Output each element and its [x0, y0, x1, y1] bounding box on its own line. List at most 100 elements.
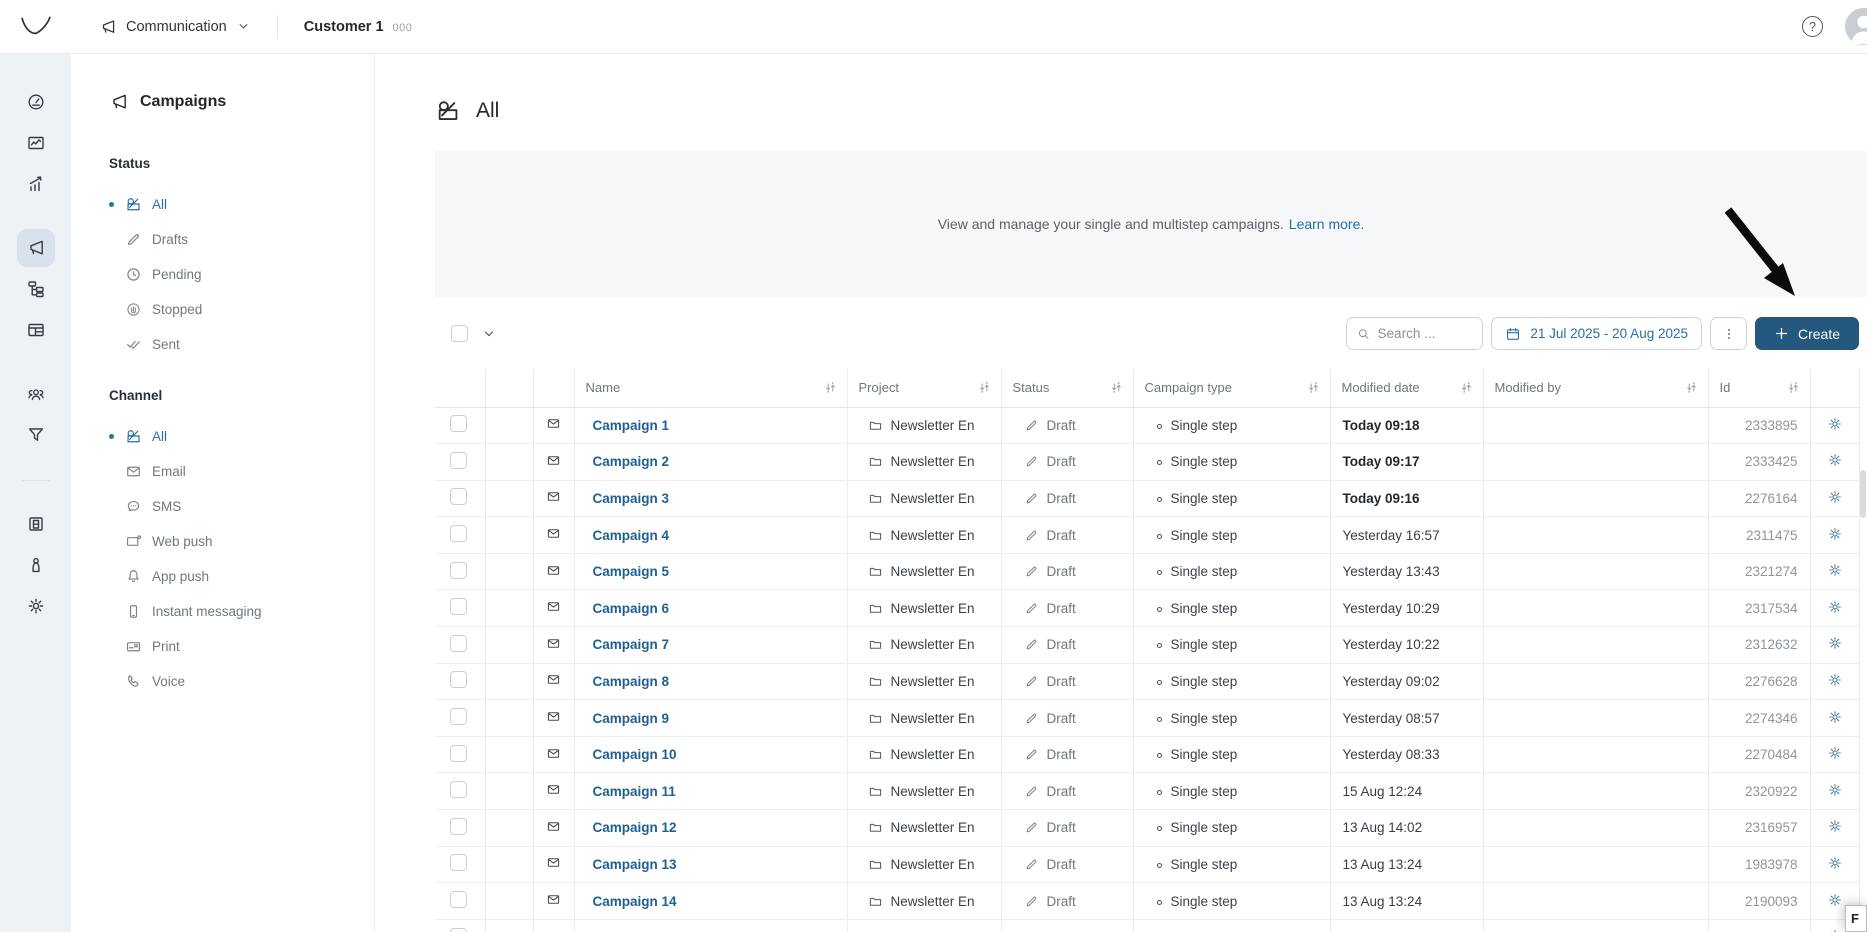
sidebar-item-channel-app-push[interactable]: App push [109, 559, 356, 594]
sort-icon[interactable] [1110, 381, 1123, 394]
search-input[interactable] [1378, 326, 1473, 341]
campaign-name-link[interactable]: Campaign 1 [593, 418, 670, 433]
row-checkbox[interactable] [450, 854, 467, 871]
app-switcher[interactable]: Communication [99, 18, 251, 36]
row-actions-gear-icon[interactable] [1827, 452, 1843, 468]
row-checkbox[interactable] [450, 488, 467, 505]
column-header-campaign-type[interactable]: Campaign type [1133, 369, 1330, 407]
create-button[interactable]: Create [1755, 317, 1859, 350]
column-header-modified-date[interactable]: Modified date [1330, 369, 1483, 407]
row-checkbox[interactable] [450, 928, 467, 932]
rail-item-audiences[interactable] [17, 375, 55, 413]
sort-icon[interactable] [978, 381, 991, 394]
rail-item-dashboard[interactable] [17, 83, 55, 121]
row-checkbox[interactable] [450, 415, 467, 432]
rail-item-data-tables[interactable] [17, 311, 55, 349]
row-checkbox[interactable] [450, 598, 467, 615]
rail-item-analytics[interactable] [17, 165, 55, 203]
campaign-name-link[interactable]: Campaign 4 [593, 528, 670, 543]
campaign-name-link[interactable]: Campaign 12 [593, 820, 677, 835]
table-row[interactable]: Campaign 3Newsletter EnDraftSingle stepT… [435, 480, 1859, 517]
learn-more-link[interactable]: Learn more. [1289, 216, 1364, 232]
campaign-name-link[interactable]: Campaign 11 [593, 784, 676, 799]
row-actions-gear-icon[interactable] [1827, 416, 1843, 432]
table-row[interactable]: Campaign 2Newsletter EnDraftSingle stepT… [435, 444, 1859, 481]
select-all-checkbox[interactable] [451, 325, 468, 342]
column-header-id[interactable]: Id [1708, 369, 1810, 407]
row-actions-gear-icon[interactable] [1827, 709, 1843, 725]
campaign-name-link[interactable]: Campaign 3 [593, 491, 670, 506]
rail-item-funnels[interactable] [17, 416, 55, 454]
table-row[interactable]: Campaign 6Newsletter EnDraftSingle stepY… [435, 590, 1859, 627]
table-row[interactable]: Campaign 8Newsletter EnDraftSingle stepY… [435, 663, 1859, 700]
sidebar-item-channel-print[interactable]: Print [109, 629, 356, 664]
row-checkbox[interactable] [450, 818, 467, 835]
row-checkbox[interactable] [450, 891, 467, 908]
row-actions-gear-icon[interactable] [1827, 892, 1843, 908]
more-options-button[interactable] [1710, 317, 1747, 350]
table-row[interactable]: Campaign 10Newsletter EnDraftSingle step… [435, 736, 1859, 773]
row-checkbox[interactable] [450, 562, 467, 579]
campaign-name-link[interactable]: Campaign 10 [593, 747, 677, 762]
sidebar-item-status-pending[interactable]: Pending [109, 257, 356, 292]
rail-item-settings[interactable] [17, 587, 55, 625]
column-header-project[interactable]: Project [847, 369, 1001, 407]
sidebar-item-status-stopped[interactable]: Stopped [109, 292, 356, 327]
row-actions-gear-icon[interactable] [1827, 782, 1843, 798]
sort-icon[interactable] [1460, 381, 1473, 394]
table-row[interactable]: Campaign 11Newsletter EnDraftSingle step… [435, 773, 1859, 810]
table-row[interactable]: Campaign 4Newsletter EnDraftSingle stepY… [435, 517, 1859, 554]
row-checkbox[interactable] [450, 452, 467, 469]
row-actions-gear-icon[interactable] [1827, 672, 1843, 688]
rail-item-identity[interactable] [17, 546, 55, 584]
row-checkbox[interactable] [450, 745, 467, 762]
avatar[interactable] [1845, 8, 1867, 45]
sidebar-item-channel-all[interactable]: All [109, 419, 356, 454]
campaign-name-link[interactable]: Campaign 7 [593, 637, 670, 652]
table-row[interactable]: Campaign 1Newsletter EnDraftSingle stepT… [435, 407, 1859, 444]
row-actions-gear-icon[interactable] [1827, 928, 1843, 932]
row-actions-gear-icon[interactable] [1827, 489, 1843, 505]
row-actions-gear-icon[interactable] [1827, 599, 1843, 615]
campaign-name-link[interactable]: Campaign 6 [593, 601, 670, 616]
row-actions-gear-icon[interactable] [1827, 635, 1843, 651]
date-range-button[interactable]: 21 Jul 2025 - 20 Aug 2025 [1491, 317, 1702, 350]
row-actions-gear-icon[interactable] [1827, 818, 1843, 834]
table-row[interactable]: Campaign 12Newsletter EnDraftSingle step… [435, 810, 1859, 847]
campaign-name-link[interactable]: Campaign 2 [593, 454, 670, 469]
table-row[interactable]: Campaign 14Newsletter EnDraftSingle step… [435, 883, 1859, 920]
campaign-name-link[interactable]: Campaign 14 [593, 894, 677, 909]
row-checkbox[interactable] [450, 781, 467, 798]
row-actions-gear-icon[interactable] [1827, 745, 1843, 761]
rail-item-scenarios[interactable] [17, 270, 55, 308]
rail-item-campaigns[interactable] [17, 229, 55, 267]
row-actions-gear-icon[interactable] [1827, 855, 1843, 871]
column-header-name[interactable]: Name [574, 369, 847, 407]
row-actions-gear-icon[interactable] [1827, 526, 1843, 542]
rail-item-reports[interactable] [17, 124, 55, 162]
help-button[interactable]: ? [1802, 16, 1823, 37]
row-checkbox[interactable] [450, 708, 467, 725]
row-checkbox[interactable] [450, 635, 467, 652]
sort-icon[interactable] [1307, 381, 1320, 394]
table-row[interactable]: Campaign 7Newsletter EnDraftSingle stepY… [435, 627, 1859, 664]
brand-logo[interactable] [0, 15, 71, 39]
rail-item-asset-manager[interactable] [17, 505, 55, 543]
table-row[interactable]: Campaign 5Newsletter EnDraftSingle stepY… [435, 553, 1859, 590]
sort-icon[interactable] [1685, 381, 1698, 394]
select-menu-chevron-icon[interactable] [481, 326, 497, 342]
table-row[interactable]: DraftSingle step [435, 919, 1859, 932]
sort-icon[interactable] [1787, 381, 1800, 394]
column-header-modified-by[interactable]: Modified by [1483, 369, 1708, 407]
sidebar-item-channel-instant-messaging[interactable]: Instant messaging [109, 594, 356, 629]
table-row[interactable]: Campaign 13Newsletter EnDraftSingle step… [435, 846, 1859, 883]
campaign-name-link[interactable]: Campaign 8 [593, 674, 670, 689]
campaign-name-link[interactable]: Campaign 5 [593, 564, 670, 579]
sidebar-item-channel-voice[interactable]: Voice [109, 664, 356, 699]
sort-icon[interactable] [824, 381, 837, 394]
row-checkbox[interactable] [450, 671, 467, 688]
project-selector[interactable]: Customer 1 000 [304, 19, 413, 35]
campaign-name-link[interactable]: Campaign 9 [593, 711, 670, 726]
sidebar-item-status-sent[interactable]: Sent [109, 327, 356, 362]
row-actions-gear-icon[interactable] [1827, 562, 1843, 578]
